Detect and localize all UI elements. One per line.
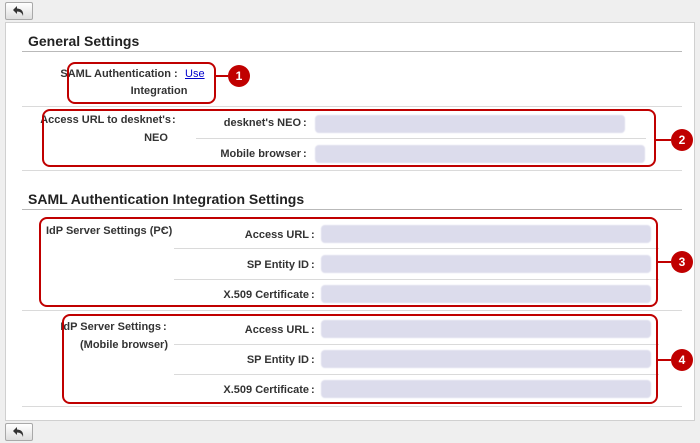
highlight-connector-4 <box>658 359 671 361</box>
general-title-divider <box>22 51 682 52</box>
saml-title-divider <box>22 209 682 210</box>
row-divider <box>22 106 682 107</box>
callout-badge-4: 4 <box>671 349 693 371</box>
bottom-toolbar <box>0 421 700 443</box>
row-divider <box>22 170 682 171</box>
highlight-box-4 <box>62 314 658 404</box>
callout-badge-3: 3 <box>671 251 693 273</box>
top-toolbar <box>0 0 700 22</box>
highlight-box-1 <box>67 62 216 104</box>
general-settings-title: General Settings <box>28 33 140 49</box>
highlight-box-3 <box>39 217 658 307</box>
back-button[interactable] <box>5 423 33 441</box>
highlight-connector-2 <box>656 139 671 141</box>
callout-badge-2: 2 <box>671 129 693 151</box>
saml-settings-title: SAML Authentication Integration Settings <box>28 191 305 207</box>
callout-badge-1: 1 <box>228 65 250 87</box>
row-divider <box>22 310 682 311</box>
back-arrow-icon <box>13 427 24 437</box>
highlight-connector-3 <box>658 261 671 263</box>
row-divider <box>22 406 682 407</box>
back-button[interactable] <box>5 2 33 20</box>
highlight-box-2 <box>42 109 656 167</box>
settings-panel: General Settings SAML Authentication : U… <box>5 22 695 421</box>
highlight-connector-1 <box>216 75 228 77</box>
back-arrow-icon <box>13 6 24 16</box>
